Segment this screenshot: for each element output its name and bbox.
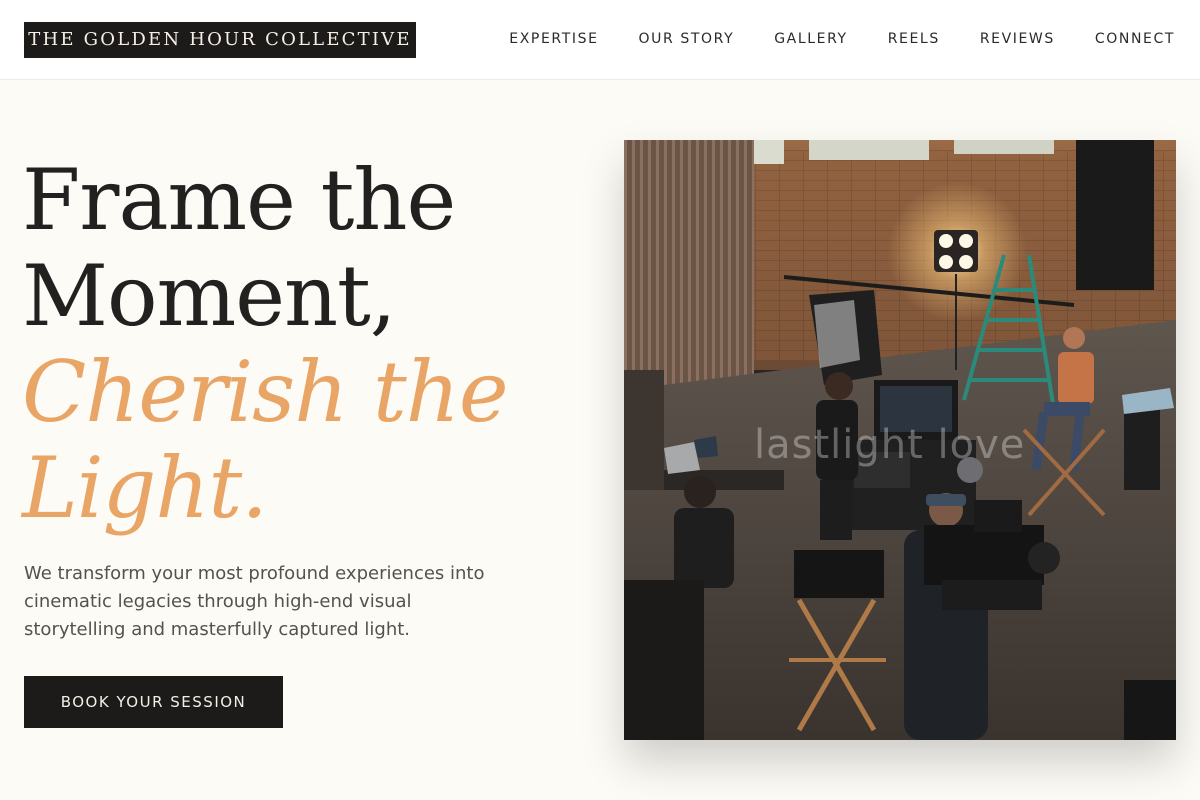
- hero-title-accent-2: Light.: [22, 439, 268, 537]
- hero-title-line-1: Frame the: [22, 151, 456, 249]
- nav-our-story[interactable]: OUR STORY: [639, 29, 735, 49]
- site-logo[interactable]: THE GOLDEN HOUR COLLECTIVE: [24, 22, 416, 58]
- main-nav: EXPERTISE OUR STORY GALLERY REELS REVIEW…: [509, 29, 1175, 49]
- nav-reels[interactable]: REELS: [888, 29, 940, 49]
- site-header: THE GOLDEN HOUR COLLECTIVE EXPERTISE OUR…: [0, 0, 1200, 80]
- nav-gallery[interactable]: GALLERY: [774, 29, 847, 49]
- book-session-button[interactable]: BOOK YOUR SESSION: [24, 676, 283, 728]
- hero-title: Frame the Moment, Cherish the Light.: [22, 152, 582, 536]
- nav-connect[interactable]: CONNECT: [1095, 29, 1175, 49]
- nav-expertise[interactable]: EXPERTISE: [509, 29, 598, 49]
- hero-image: lastlight love: [624, 140, 1176, 740]
- image-watermark: lastlight love: [754, 422, 1026, 468]
- hero-description: We transform your most profound experien…: [24, 563, 485, 640]
- hero-title-line-2: Moment,: [22, 247, 397, 345]
- hero-title-accent-1: Cherish the: [22, 343, 509, 441]
- nav-reviews[interactable]: REVIEWS: [980, 29, 1055, 49]
